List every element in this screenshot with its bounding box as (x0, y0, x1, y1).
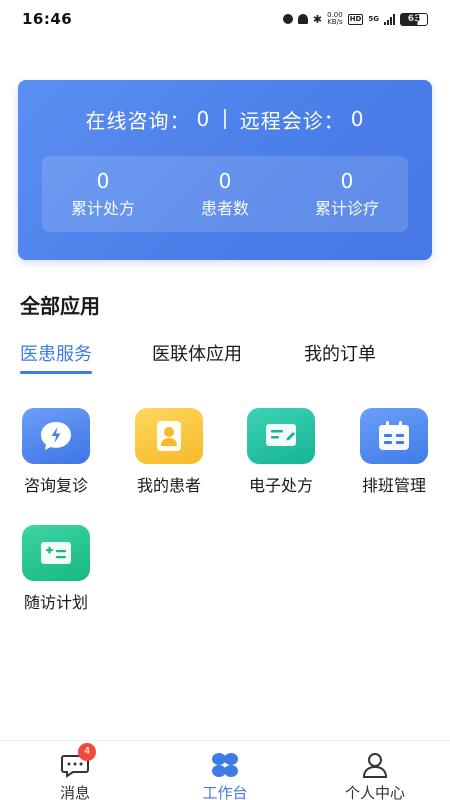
remote-consult-value: 0 (350, 107, 365, 131)
hd-icon: HD (347, 13, 364, 25)
unread-badge: 4 (78, 743, 96, 761)
calendar-icon (360, 408, 428, 464)
alarm-icon (282, 14, 293, 24)
mute-bell-icon (297, 14, 308, 24)
stat-label: 患者数 (200, 199, 249, 218)
nav-label: 工作台 (202, 784, 248, 800)
remote-consult-label: 远程会诊： (239, 108, 345, 133)
app-label: 我的患者 (136, 476, 201, 495)
status-icons: ✱ 0.00 KB/s HD 5G 63 (282, 11, 428, 26)
consult-summary-card: 在线咨询： 0 远程会诊： 0 0 累计处方 0 患者数 0 累计诊疗 (18, 80, 432, 260)
stat-treatments: 0 累计诊疗 (292, 169, 402, 219)
patient-icon (135, 408, 203, 464)
tab-label: 我的订单 (304, 344, 376, 365)
message-icon: 4 (60, 743, 96, 779)
app-consult-followup[interactable]: 咨询复诊 (6, 408, 106, 508)
nav-label: 消息 (59, 784, 90, 800)
tab-active-underline (20, 371, 92, 374)
nav-messages[interactable]: 4 消息 (20, 741, 130, 800)
bottom-nav: 4 消息 工作台 个人中心 (0, 740, 450, 800)
online-consult-value: 0 (196, 107, 211, 131)
signal-label: 5G (368, 15, 379, 23)
tab-label: 医患服务 (20, 344, 92, 365)
status-time: 16:46 (22, 10, 73, 28)
profile-icon (360, 751, 390, 779)
consult-icon (22, 408, 90, 464)
online-consult-label: 在线咨询： (85, 108, 191, 133)
tab-label: 医联体应用 (152, 344, 242, 365)
tab-my-orders[interactable]: 我的订单 (304, 340, 376, 374)
app-e-prescription[interactable]: 电子处方 (231, 408, 331, 508)
app-tabs: 医患服务 医联体应用 我的订单 (0, 340, 450, 380)
bluetooth-icon: ✱ (312, 12, 323, 26)
app-label: 随访计划 (23, 593, 88, 612)
app-label: 排班管理 (361, 476, 426, 495)
app-label: 咨询复诊 (23, 476, 88, 495)
network-speed: 0.00 KB/s (327, 11, 343, 26)
nav-profile[interactable]: 个人中心 (320, 741, 430, 800)
app-my-patients[interactable]: 我的患者 (119, 408, 219, 508)
stat-prescriptions: 0 累计处方 (48, 169, 158, 219)
followup-icon (22, 525, 90, 581)
app-schedule-management[interactable]: 排班管理 (344, 408, 444, 508)
stat-value: 0 (340, 169, 354, 193)
workbench-icon (210, 751, 240, 779)
stat-label: 累计处方 (70, 199, 135, 218)
stat-value: 0 (218, 169, 232, 193)
prescription-icon (247, 408, 315, 464)
app-label: 电子处方 (248, 476, 313, 495)
app-followup-plan[interactable]: 随访计划 (6, 525, 106, 625)
tab-medical-alliance[interactable]: 医联体应用 (152, 340, 242, 374)
consult-divider (224, 109, 226, 129)
stat-value: 0 (96, 169, 110, 193)
battery-level: 63 (407, 14, 421, 24)
nav-workbench[interactable]: 工作台 (170, 741, 280, 800)
nav-label: 个人中心 (344, 784, 405, 800)
stats-box: 0 累计处方 0 患者数 0 累计诊疗 (42, 156, 408, 232)
stat-patients: 0 患者数 (170, 169, 280, 219)
stat-label: 累计诊疗 (314, 199, 379, 218)
tab-doctor-patient-service[interactable]: 医患服务 (20, 340, 92, 374)
battery-icon: 63 (400, 12, 428, 26)
status-bar: 16:46 ✱ 0.00 KB/s HD 5G 63 (0, 0, 450, 38)
consult-row: 在线咨询： 0 远程会诊： 0 (18, 106, 432, 133)
section-title: 全部应用 (20, 294, 100, 318)
signal-icon (384, 13, 395, 25)
